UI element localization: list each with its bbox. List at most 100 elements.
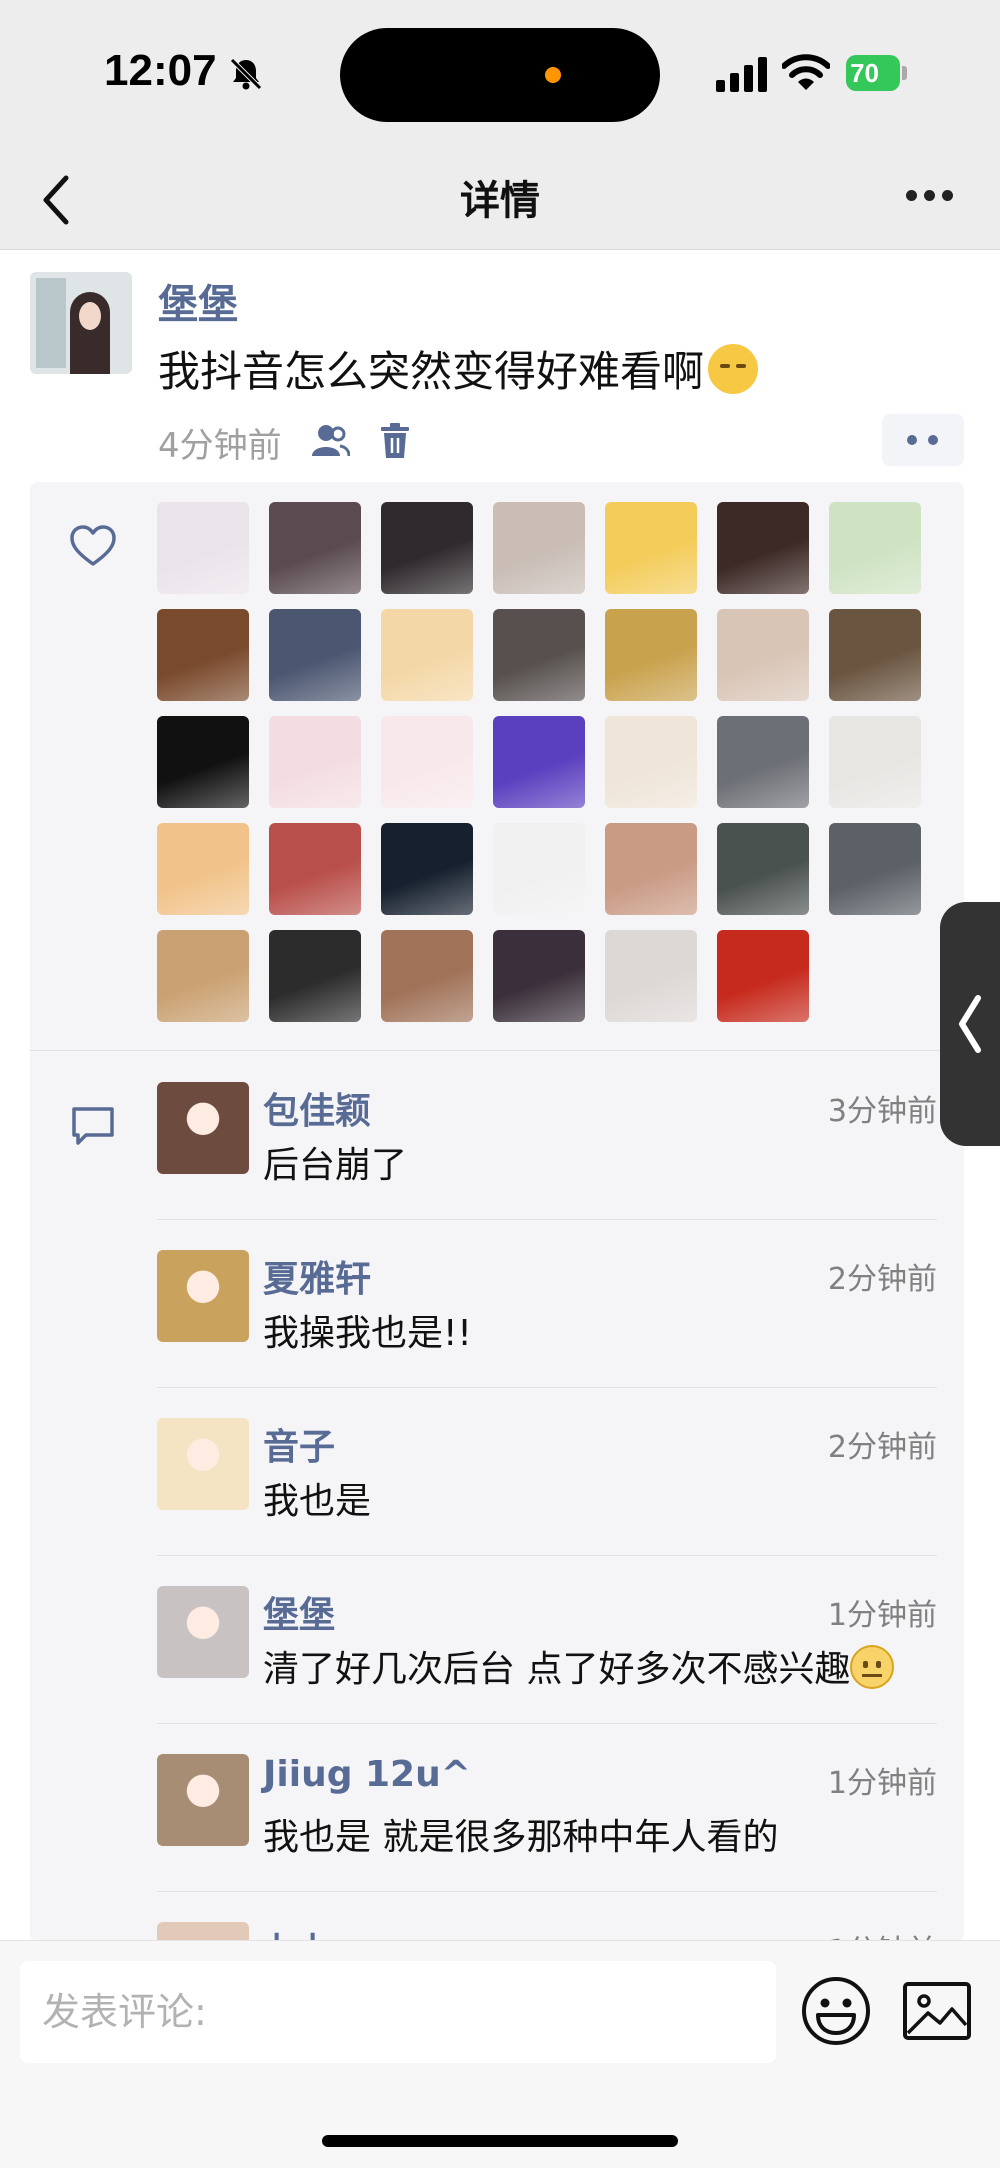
comment-icon — [72, 1107, 114, 1145]
more-options-icon[interactable] — [882, 414, 964, 466]
commenter-name[interactable]: 夏雅轩 — [263, 1250, 371, 1302]
like-avatar[interactable] — [717, 930, 809, 1022]
comment-divider — [157, 1219, 937, 1220]
like-avatar[interactable] — [829, 609, 921, 701]
like-avatar[interactable] — [157, 930, 249, 1022]
friends-visibility-icon[interactable] — [310, 422, 350, 458]
like-avatar[interactable] — [493, 930, 585, 1022]
commenter-name[interactable]: 堡堡 — [263, 1586, 335, 1638]
comment-time: 1分钟前 — [827, 1766, 937, 1801]
comment-divider — [157, 1555, 937, 1556]
commenter-name[interactable]: 包佳颖 — [263, 1082, 371, 1134]
page-title: 详情 — [460, 178, 540, 224]
comment-item[interactable]: 包佳颖 3分钟前后台崩了 — [157, 1082, 937, 1250]
comment-time: 2分钟前 — [827, 1430, 937, 1465]
like-avatar[interactable] — [605, 716, 697, 808]
wifi-icon — [782, 54, 830, 90]
like-avatar[interactable] — [717, 716, 809, 808]
like-avatar[interactable] — [717, 609, 809, 701]
like-avatar[interactable] — [605, 930, 697, 1022]
like-avatar[interactable] — [157, 823, 249, 915]
heart-icon — [70, 525, 116, 566]
like-avatar[interactable] — [381, 930, 473, 1022]
comment-item[interactable]: 堡堡 1分钟前清了好几次后台 点了好多次不感兴趣 — [157, 1586, 937, 1754]
more-icon[interactable] — [904, 190, 954, 210]
home-indicator — [322, 2135, 678, 2147]
commenter-avatar[interactable] — [157, 1586, 249, 1678]
privacy-indicator — [545, 67, 561, 83]
post-text-content: 我抖音怎么突然变得好难看啊 — [158, 347, 705, 396]
comment-divider — [157, 1387, 937, 1388]
comment-text-content: 我也是 就是很多那种中年人看的 — [263, 1817, 779, 1858]
side-drawer-handle[interactable] — [940, 902, 1000, 1146]
commenter-avatar[interactable] — [157, 1754, 249, 1846]
commenter-avatar[interactable] — [157, 1082, 249, 1174]
like-avatar[interactable] — [269, 823, 361, 915]
comment-text: 我也是 — [263, 1472, 371, 1524]
like-avatar[interactable] — [381, 609, 473, 701]
like-avatar[interactable] — [493, 823, 585, 915]
panel-divider — [30, 1050, 964, 1051]
like-avatar[interactable] — [493, 609, 585, 701]
neutral-face-emoji — [850, 1645, 895, 1689]
like-avatar[interactable] — [381, 502, 473, 594]
battery-indicator: 70 — [846, 55, 900, 91]
comment-input[interactable] — [20, 1961, 776, 2063]
comment-divider — [157, 1891, 937, 1892]
like-avatar[interactable] — [381, 823, 473, 915]
like-avatar[interactable] — [157, 502, 249, 594]
comment-item[interactable]: 音子 2分钟前我也是 — [157, 1418, 937, 1586]
comment-text-content: 我操我也是!! — [263, 1313, 472, 1354]
comment-time: 1分钟前 — [827, 1598, 937, 1633]
comment-divider — [157, 1723, 937, 1724]
like-avatar[interactable] — [829, 823, 921, 915]
bell-muted-icon — [230, 58, 262, 90]
chevron-left-icon — [959, 995, 981, 1053]
post-meta: 4分钟前 — [158, 418, 409, 466]
comment-text: 我也是 就是很多那种中年人看的 — [263, 1808, 778, 1860]
post-author[interactable]: 堡堡 — [158, 272, 238, 330]
trash-icon[interactable] — [378, 422, 412, 460]
post-text: 我抖音怎么突然变得好难看啊 — [158, 338, 759, 399]
like-avatar[interactable] — [157, 609, 249, 701]
status-time: 12:07 — [104, 46, 217, 95]
comment-text: 后台崩了 — [263, 1136, 407, 1188]
comment-text-content: 清了好几次后台 点了好多次不感兴趣 — [263, 1649, 851, 1690]
dynamic-island — [340, 28, 660, 122]
commenter-name[interactable]: Jiiug 12u^ — [263, 1754, 471, 1795]
like-avatar[interactable] — [269, 930, 361, 1022]
like-avatar[interactable] — [717, 823, 809, 915]
nav-bar: 详情 — [0, 150, 1000, 250]
battery-tip — [902, 66, 907, 80]
commenter-name[interactable]: 音子 — [263, 1418, 335, 1470]
image-button[interactable] — [902, 1979, 972, 2043]
status-bar: 12:07 70 — [0, 0, 1000, 150]
post-time: 4分钟前 — [158, 426, 282, 466]
like-avatar[interactable] — [157, 716, 249, 808]
like-avatar[interactable] — [605, 609, 697, 701]
like-avatar[interactable] — [829, 502, 921, 594]
comment-time: 3分钟前 — [827, 1094, 937, 1129]
like-avatar[interactable] — [717, 502, 809, 594]
comment-text: 我操我也是!! — [263, 1304, 472, 1356]
pensive-face-emoji — [708, 344, 759, 394]
commenter-avatar[interactable] — [157, 1418, 249, 1510]
like-avatar[interactable] — [269, 502, 361, 594]
like-avatar[interactable] — [269, 716, 361, 808]
like-avatar[interactable] — [269, 609, 361, 701]
comment-text-content: 后台崩了 — [263, 1145, 408, 1186]
like-avatar[interactable] — [493, 502, 585, 594]
comment-text-content: 我也是 — [263, 1481, 372, 1522]
comment-item[interactable]: 夏雅轩 2分钟前我操我也是!! — [157, 1250, 937, 1418]
like-avatar[interactable] — [829, 716, 921, 808]
like-avatar[interactable] — [493, 716, 585, 808]
commenter-avatar[interactable] — [157, 1250, 249, 1342]
comment-item[interactable]: Jiiug 12u^ 1分钟前我也是 就是很多那种中年人看的 — [157, 1754, 937, 1922]
like-avatar[interactable] — [381, 716, 473, 808]
comment-time: 2分钟前 — [827, 1262, 937, 1297]
author-avatar[interactable] — [30, 272, 132, 374]
like-avatar[interactable] — [605, 823, 697, 915]
comment-text: 清了好几次后台 点了好多次不感兴趣 — [263, 1640, 895, 1692]
like-avatar[interactable] — [605, 502, 697, 594]
emoji-button[interactable] — [800, 1975, 872, 2047]
